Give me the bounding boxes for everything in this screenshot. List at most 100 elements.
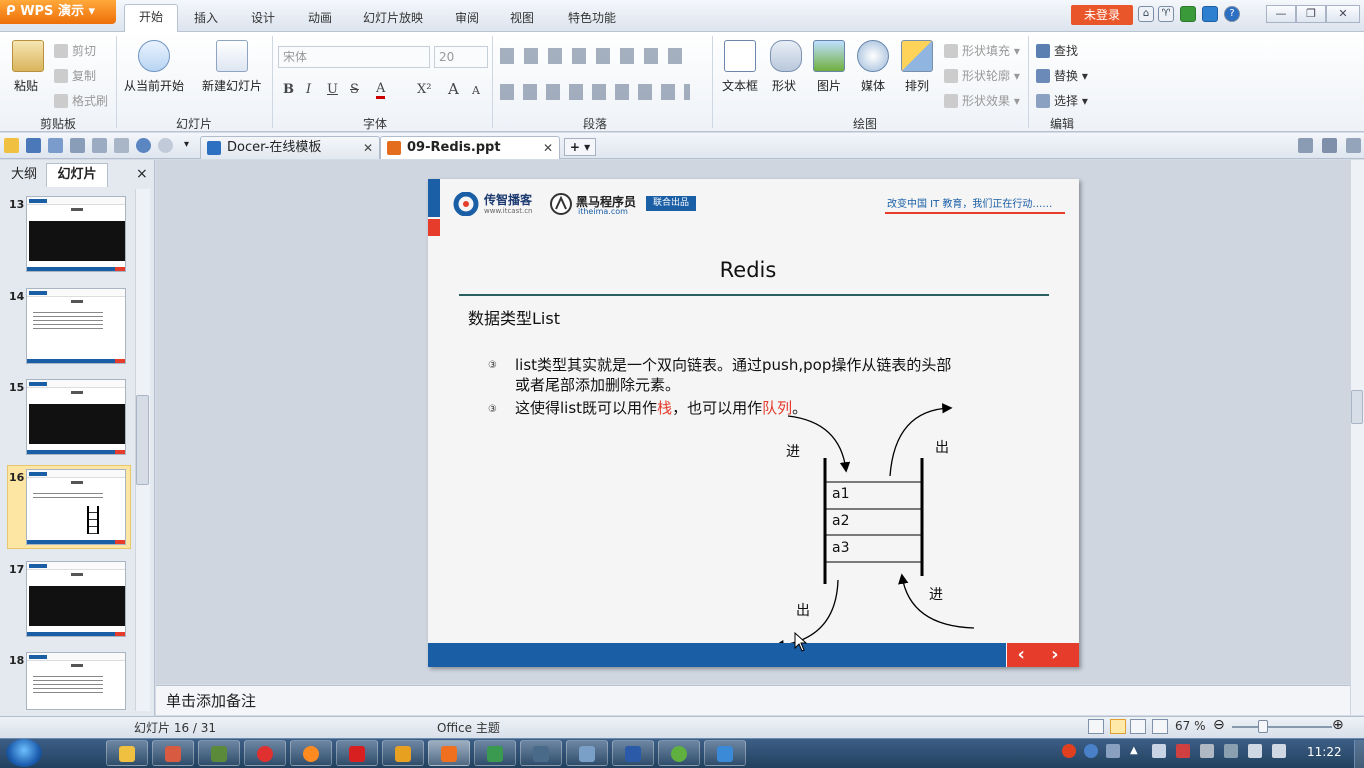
close-button[interactable]: ✕ — [1326, 5, 1360, 23]
tab-design[interactable]: 设计 — [243, 8, 283, 28]
taskbar-app-3[interactable] — [198, 740, 240, 766]
tray-app-icon[interactable] — [1224, 744, 1238, 758]
arrange-button[interactable]: 排列 — [905, 77, 929, 94]
print-preview-icon[interactable] — [92, 138, 107, 153]
shape-button[interactable]: 形状 — [772, 77, 796, 94]
spellcheck-icon[interactable] — [114, 138, 129, 153]
taskbar-app-11[interactable] — [566, 740, 608, 766]
show-desktop-button[interactable] — [1354, 740, 1364, 768]
italic-button[interactable]: I — [306, 82, 311, 97]
shape-outline-button[interactable]: 形状轮廓 ▾ — [944, 67, 1020, 84]
cut-button[interactable]: 剪切 — [54, 42, 96, 59]
network-icon[interactable] — [1272, 744, 1286, 758]
shape-effect-button[interactable]: 形状效果 ▾ — [944, 92, 1020, 109]
arrange-icon[interactable] — [901, 40, 933, 72]
close-tab-icon[interactable]: ✕ — [543, 137, 553, 159]
taskbar-app-4[interactable] — [244, 740, 286, 766]
slide-thumbnail-15[interactable] — [26, 379, 126, 455]
slide-subtitle[interactable]: 数据类型List — [468, 305, 560, 329]
slide-nav-arrows[interactable]: ‹ › — [1007, 643, 1079, 667]
font-color-button[interactable]: A — [376, 82, 386, 99]
login-button[interactable]: 未登录 — [1071, 5, 1133, 25]
normal-view-icon[interactable] — [1110, 719, 1126, 734]
media-button[interactable]: 媒体 — [861, 77, 885, 94]
select-button[interactable]: 选择 ▾ — [1036, 92, 1088, 109]
doc-tab-docer[interactable]: Docer-在线模板 ✕ — [200, 136, 380, 159]
grow-font-button[interactable]: A — [448, 80, 459, 98]
notes-pane[interactable] — [156, 685, 1350, 715]
find-button[interactable]: 查找 — [1036, 42, 1078, 59]
taskbar-app-14[interactable] — [704, 740, 746, 766]
tray-app-icon[interactable] — [1176, 744, 1190, 758]
slide-thumbnail-14[interactable] — [26, 288, 126, 364]
wps-app-menu-button[interactable]: ᑭ WPS 演示 ▾ — [0, 0, 116, 24]
textbox-icon[interactable] — [724, 40, 756, 72]
picture-icon[interactable] — [813, 40, 845, 72]
taskbar-app-6[interactable] — [336, 740, 378, 766]
customize-toolbar-icon[interactable]: ▾ — [184, 139, 189, 150]
taskbar-word[interactable] — [612, 740, 654, 766]
taskbar-clock[interactable]: 11:22 — [1307, 745, 1342, 759]
copy-button[interactable]: 复制 — [54, 67, 96, 84]
main-scrollbar[interactable] — [1350, 160, 1364, 715]
new-slide-icon[interactable] — [216, 40, 248, 72]
print-icon[interactable] — [70, 138, 85, 153]
restore-button[interactable]: ❐ — [1296, 5, 1326, 23]
speaker-icon[interactable] — [1248, 744, 1262, 758]
slide-thumbnail-18[interactable] — [26, 652, 126, 710]
tray-tools-icon[interactable] — [1106, 744, 1120, 758]
superscript-button[interactable]: X² — [417, 82, 431, 97]
taskbar-app-9[interactable] — [474, 740, 516, 766]
doc-tab-redis[interactable]: 09-Redis.ppt ✕ — [380, 136, 560, 159]
taskbar-app-13[interactable] — [658, 740, 700, 766]
main-scrollbar-thumb[interactable] — [1351, 390, 1363, 424]
pin-icon[interactable] — [1298, 138, 1313, 153]
taskbar-firefox[interactable] — [290, 740, 332, 766]
tab-slideshow[interactable]: 幻灯片放映 — [357, 8, 429, 28]
thumbnail-scrollbar-thumb[interactable] — [136, 395, 149, 485]
paste-icon[interactable] — [12, 40, 44, 72]
list-format-icons[interactable] — [500, 48, 690, 64]
notes-placeholder[interactable]: 单击添加备注 — [166, 690, 256, 711]
docer-icon[interactable] — [1202, 6, 1218, 22]
shape-icon[interactable] — [770, 40, 802, 72]
tile-icon[interactable] — [1346, 138, 1361, 153]
bold-button[interactable]: B — [283, 82, 294, 97]
strikethrough-button[interactable]: S — [350, 82, 359, 97]
play-from-current-icon[interactable] — [138, 40, 170, 72]
slide-thumbnail-13[interactable] — [26, 196, 126, 272]
tray-expand-icon[interactable]: ▲ — [1130, 745, 1138, 756]
tab-start[interactable]: 开始 — [124, 4, 178, 32]
open-folder-icon[interactable] — [4, 138, 19, 153]
help-icon[interactable]: ? — [1224, 6, 1240, 22]
replace-button[interactable]: 替换 ▾ — [1036, 67, 1088, 84]
slide-thumbnail-16[interactable] — [26, 469, 126, 545]
minimize-button[interactable]: — — [1266, 5, 1296, 23]
taskbar-app-7[interactable] — [382, 740, 424, 766]
from-current-button[interactable]: 从当前开始 — [124, 77, 184, 94]
skin-icon[interactable]: ♈ — [1158, 6, 1174, 22]
zoom-out-icon[interactable]: ⊖ — [1213, 717, 1225, 733]
sorter-view-icon[interactable] — [1130, 719, 1146, 734]
underline-button[interactable]: U — [327, 82, 338, 97]
zoom-slider-knob[interactable] — [1258, 720, 1268, 733]
save-icon[interactable] — [26, 138, 41, 153]
align-format-icons[interactable] — [500, 84, 690, 100]
shrink-font-button[interactable]: A — [472, 84, 480, 97]
bullet-1-line-2[interactable]: 或者尾部添加删除元素。 — [515, 375, 680, 395]
export-pdf-icon[interactable] — [48, 138, 63, 153]
redo-icon[interactable] — [158, 138, 173, 153]
new-slide-button[interactable]: 新建幻灯片 — [202, 77, 262, 94]
new-tab-button[interactable]: + ▾ — [564, 138, 596, 156]
font-name-select[interactable]: 宋体 — [278, 46, 430, 68]
close-tab-icon[interactable]: ✕ — [363, 137, 373, 159]
paste-button[interactable]: 粘贴 — [14, 77, 38, 94]
tray-help-icon[interactable] — [1084, 744, 1098, 758]
notes-toggle-icon[interactable] — [1088, 719, 1104, 734]
start-button[interactable] — [6, 739, 42, 767]
tray-app-icon[interactable] — [1200, 744, 1214, 758]
tab-review[interactable]: 审阅 — [447, 8, 487, 28]
taskbar-app-10[interactable] — [520, 740, 562, 766]
zoom-in-icon[interactable]: ⊕ — [1332, 717, 1344, 733]
taskbar-explorer[interactable] — [106, 740, 148, 766]
